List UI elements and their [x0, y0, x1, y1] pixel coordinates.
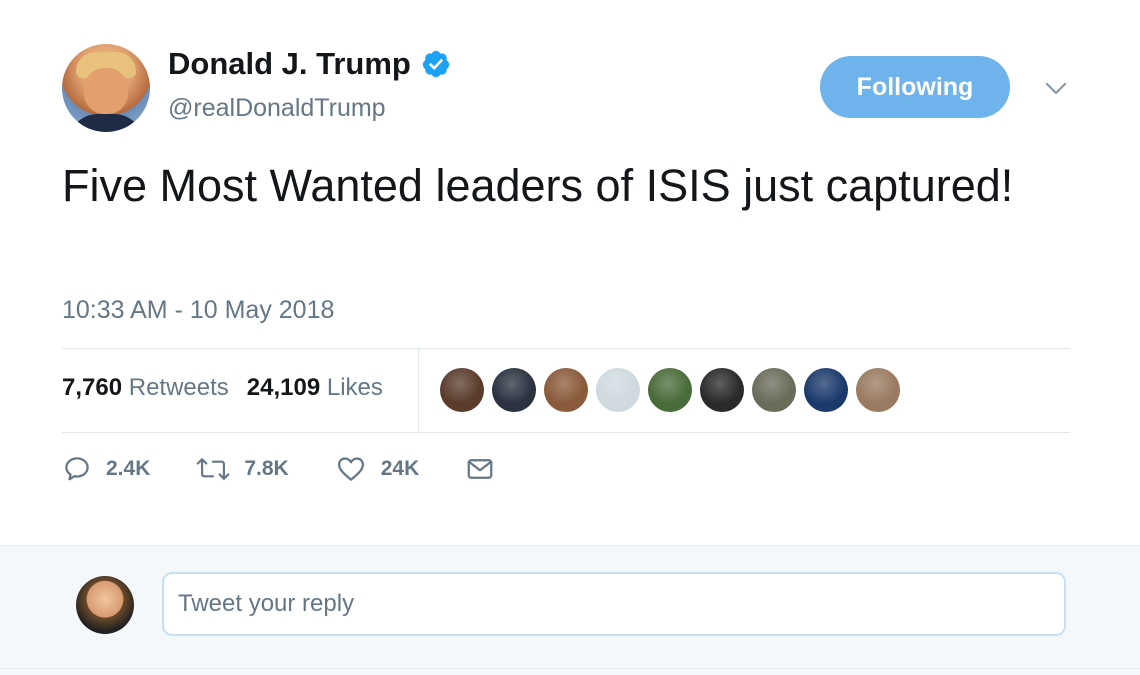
liker-avatar[interactable] — [804, 368, 848, 412]
current-user-avatar[interactable] — [76, 576, 134, 634]
liker-avatar[interactable] — [544, 368, 588, 412]
reply-composer — [0, 545, 1140, 675]
tweet-text: Five Most Wanted leaders of ISIS just ca… — [62, 160, 1014, 211]
likes-count: 24,109 — [246, 374, 321, 401]
author-avatar[interactable] — [62, 44, 150, 132]
avatar-suit-shape — [68, 114, 144, 132]
author-handle[interactable]: @realDonaldTrump — [168, 94, 386, 123]
like-count: 24K — [380, 457, 420, 480]
divider-vertical — [418, 349, 419, 432]
tweet-stats: 7,760 Retweets 24,109 Likes — [62, 374, 383, 402]
retweets-stat[interactable]: 7,760 Retweets — [62, 374, 229, 402]
divider — [0, 668, 1140, 669]
author-display-name[interactable]: Donald J. Trump — [168, 46, 411, 82]
liker-avatars — [440, 368, 900, 412]
like-action[interactable]: 24K — [335, 454, 420, 484]
direct-message-action[interactable] — [465, 454, 509, 484]
retweet-icon — [197, 458, 230, 480]
avatar-face-shape — [84, 68, 128, 114]
author-name-row: Donald J. Trump — [168, 46, 451, 82]
likes-label: Likes — [326, 374, 383, 401]
reply-input[interactable] — [162, 572, 1066, 636]
heart-icon — [337, 457, 364, 481]
liker-avatar[interactable] — [856, 368, 900, 412]
liker-avatar[interactable] — [648, 368, 692, 412]
liker-avatar[interactable] — [700, 368, 744, 412]
liker-avatar[interactable] — [440, 368, 484, 412]
chevron-down-icon[interactable] — [1042, 76, 1070, 100]
retweet-count: 7.8K — [244, 457, 289, 480]
tweet-timestamp[interactable]: 10:33 AM - 10 May 2018 — [62, 296, 334, 325]
liker-avatar[interactable] — [752, 368, 796, 412]
divider — [62, 348, 1070, 349]
envelope-icon — [467, 459, 493, 479]
following-button[interactable]: Following — [820, 56, 1010, 118]
divider — [62, 432, 1070, 433]
reply-action[interactable]: 2.4K — [62, 454, 150, 484]
reply-icon — [65, 457, 89, 481]
liker-avatar[interactable] — [492, 368, 536, 412]
reply-count: 2.4K — [106, 457, 151, 480]
retweets-label: Retweets — [128, 374, 229, 401]
retweet-action[interactable]: 7.8K — [196, 454, 289, 484]
tweet-card: Donald J. Trump @realDonaldTrump Followi… — [0, 0, 1140, 545]
verified-badge-icon — [422, 50, 449, 78]
likes-stat[interactable]: 24,109 Likes — [247, 374, 383, 402]
tweet-actions: 2.4K 7.8K 24K — [62, 454, 555, 484]
retweets-count: 7,760 — [62, 374, 123, 401]
liker-avatar[interactable] — [596, 368, 640, 412]
